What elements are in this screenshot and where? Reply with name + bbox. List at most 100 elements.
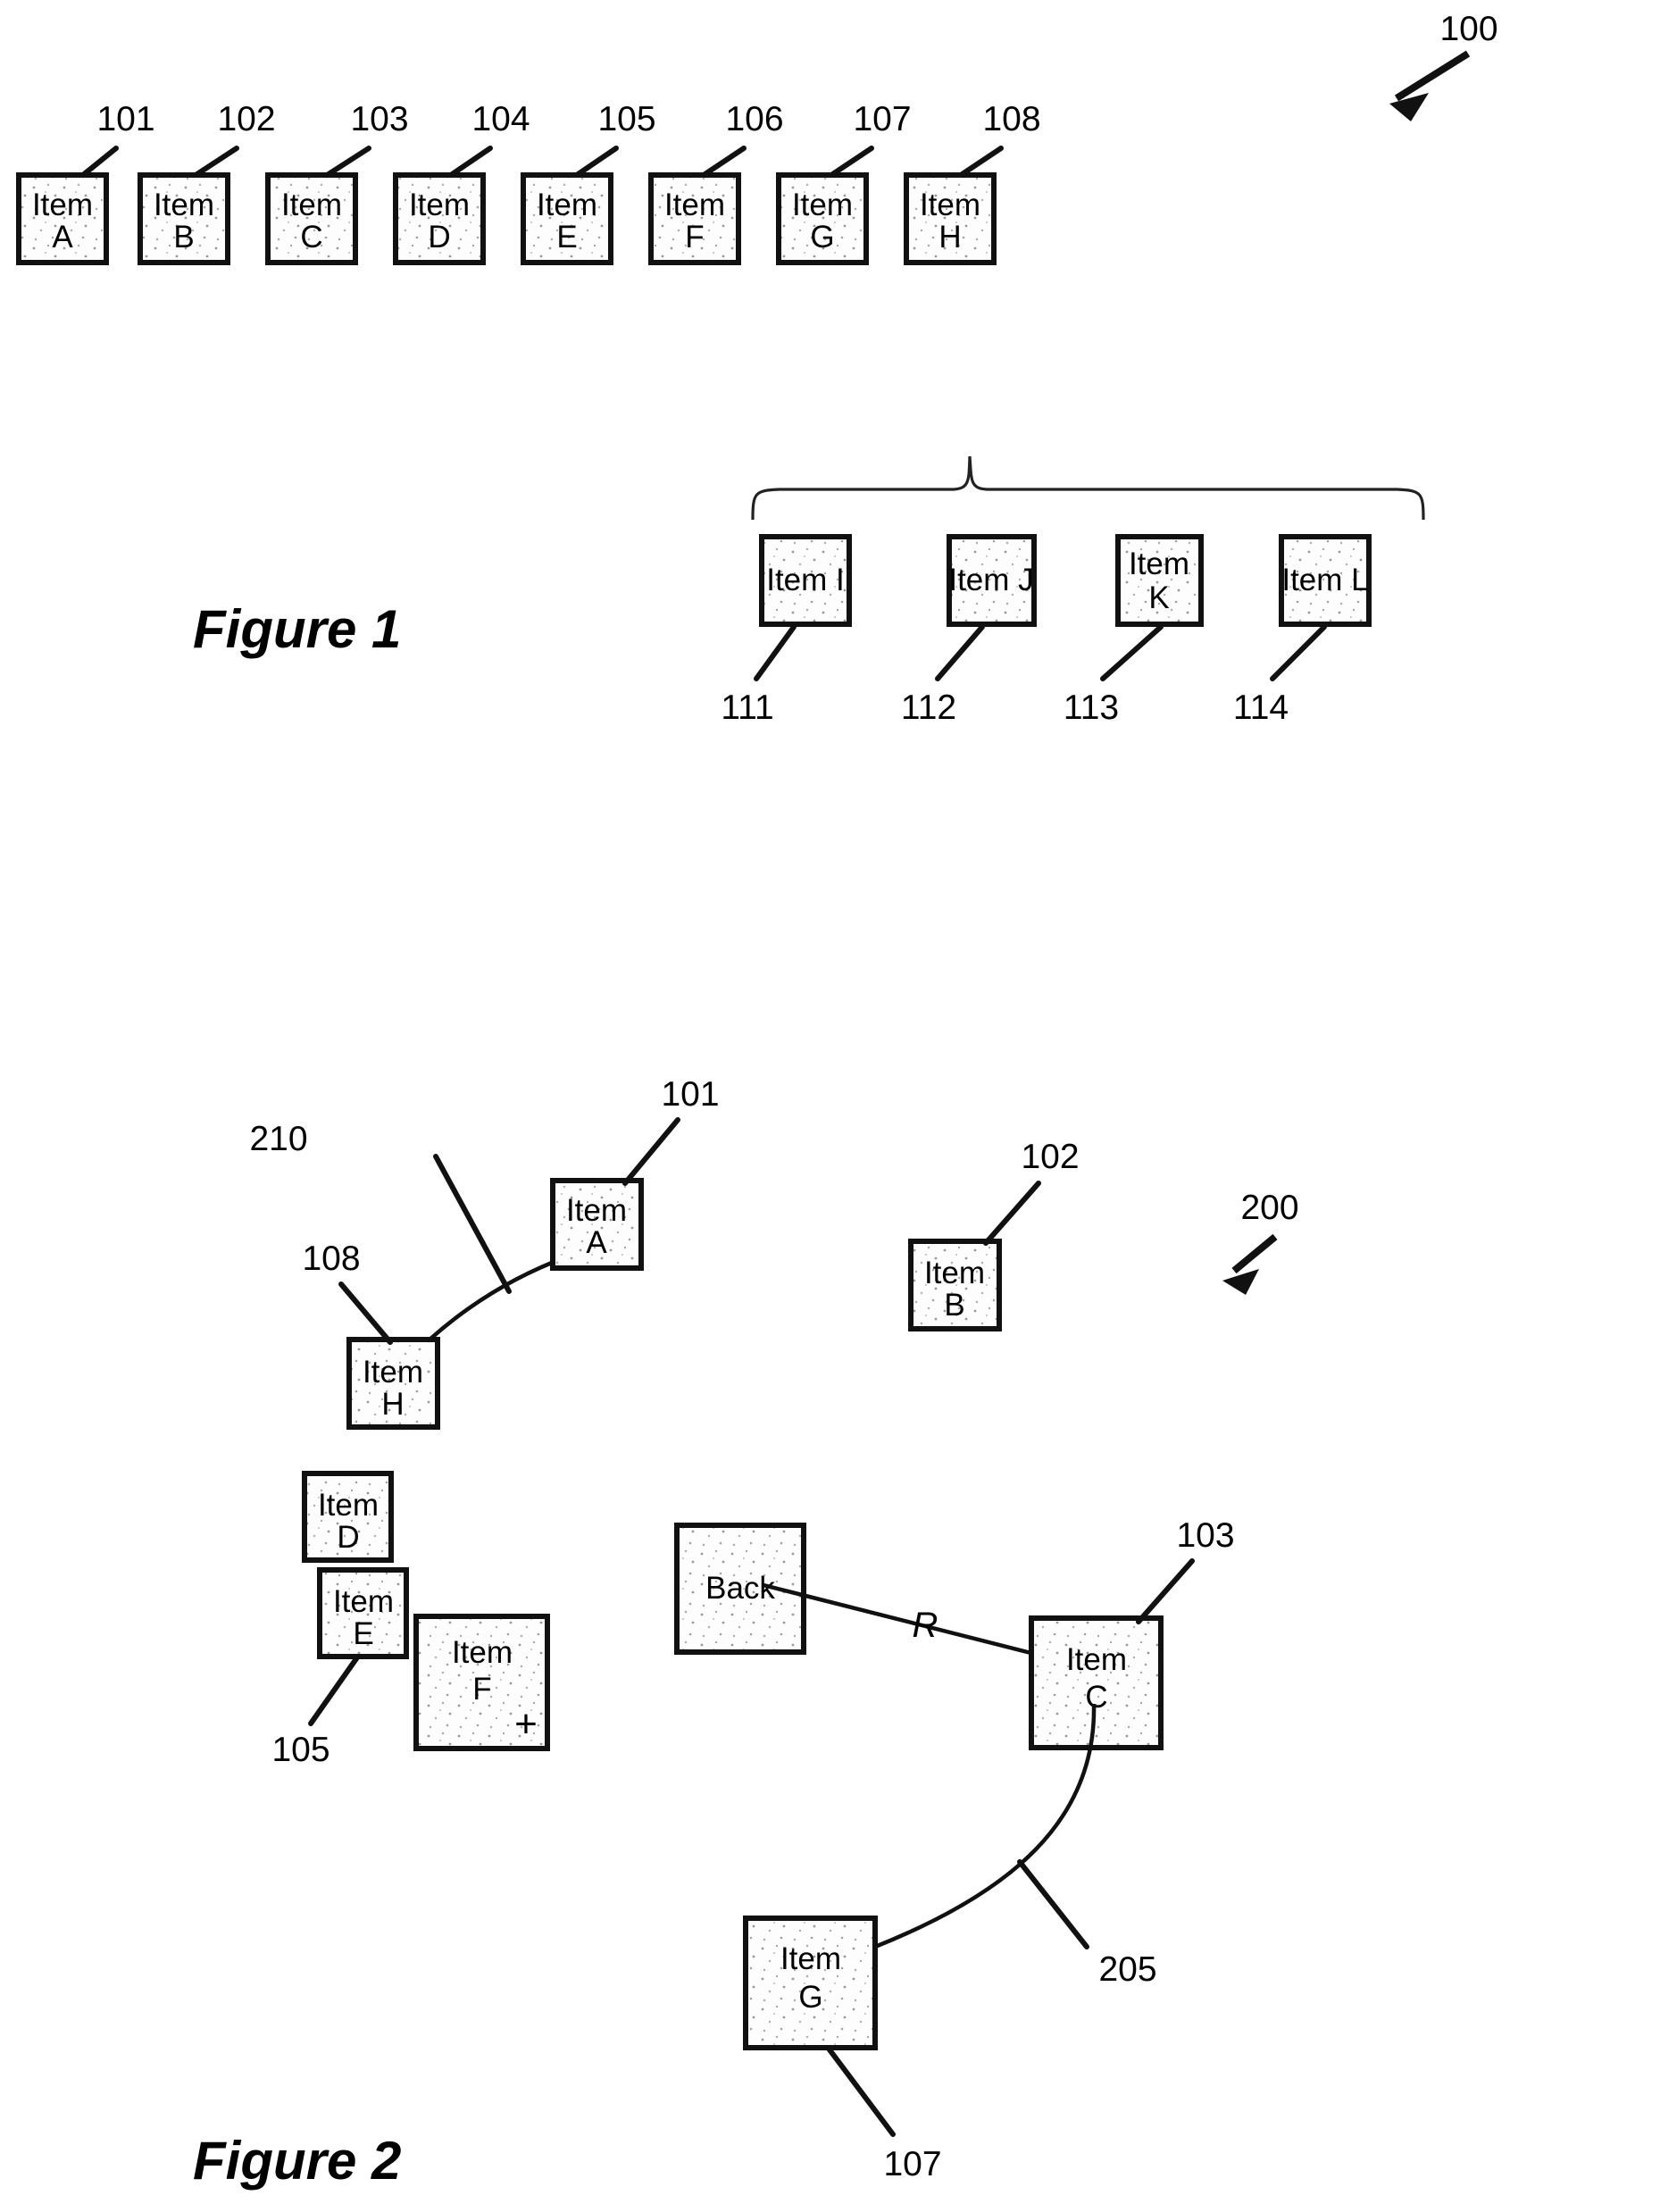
ref-number-fig2-101: 101 [661, 1075, 719, 1114]
item-d-label-line2: D [428, 220, 450, 255]
item-c-label-line1: Item [281, 188, 342, 222]
figure2-item-e[interactable]: Item E [317, 1567, 409, 1659]
leader-113 [1100, 624, 1164, 681]
figure1-caption: Figure 1 [193, 599, 401, 659]
ref-number-102: 102 [217, 100, 275, 138]
item-l-label-line1: Item L [1281, 563, 1368, 597]
item-h-label-line1: Item [920, 188, 980, 222]
leader-111 [754, 624, 797, 681]
figure1-item-f[interactable]: Item F [648, 172, 741, 265]
figure1-second-row-leaders: 111 112 113 114 [721, 624, 1327, 727]
figure2-overall-pointer: 200 [1222, 1189, 1299, 1295]
figure1-item-b[interactable]: Item B [138, 172, 230, 265]
fig2-item-f-line1: Item [452, 1635, 513, 1670]
figure1-item-j[interactable]: Item J [947, 534, 1037, 627]
item-c-label-line2: C [300, 220, 322, 255]
leader-fig2-103 [1136, 1558, 1195, 1624]
fig2-item-h-line2: H [381, 1387, 404, 1422]
figure1-top-row-refs: 101 102 103 104 105 106 107 108 [96, 100, 1040, 138]
figure1-item-l[interactable]: Item L [1279, 534, 1372, 627]
fig2-item-g-line1: Item [780, 1941, 841, 1976]
item-a-label-line1: Item [32, 188, 93, 222]
item-f-label-line2: F [685, 220, 704, 255]
item-j-label-line1: Item J [948, 563, 1033, 597]
fig2-item-f-line2: F [472, 1672, 491, 1707]
figure1-item-d[interactable]: Item D [393, 172, 486, 265]
figure1-item-h[interactable]: Item H [904, 172, 997, 265]
figure1-item-e[interactable]: Item E [521, 172, 613, 265]
expansion-brace [751, 455, 1425, 521]
figure1-item-i[interactable]: Item I [759, 534, 852, 627]
ref-number-fig2-102: 102 [1021, 1138, 1079, 1176]
leader-fig2-102 [983, 1181, 1041, 1246]
fig2-item-c-line1: Item [1066, 1642, 1127, 1677]
fig2-back-label: Back [705, 1571, 775, 1606]
ref-number-106: 106 [725, 100, 783, 138]
ref-number-114: 114 [1233, 689, 1289, 727]
ref-number-fig2-108: 108 [302, 1240, 360, 1278]
leader-210 [433, 1154, 512, 1294]
fig2-item-g-line2: G [798, 1980, 822, 2015]
figure1-item-a[interactable]: Item A [16, 172, 109, 265]
item-d-label-line1: Item [409, 188, 470, 222]
item-k-label-line1: Item [1129, 547, 1189, 581]
ref-number-fig2-105: 105 [271, 1731, 329, 1769]
overall-arrow-shaft-100 [1394, 50, 1471, 102]
figure2-item-g[interactable]: Item G [743, 1916, 878, 2050]
ref-number-113: 113 [1064, 689, 1119, 727]
overall-arrow-head-200 [1222, 1269, 1259, 1295]
ref-number-104: 104 [471, 100, 530, 138]
item-i-label-line1: Item I [766, 563, 845, 597]
figure1-overall-pointer: 100 [1389, 10, 1498, 121]
item-b-label-line2: B [173, 220, 194, 255]
fig2-item-d-line1: Item [318, 1488, 379, 1523]
fig2-item-h-line1: Item [363, 1355, 423, 1390]
figure2-item-f[interactable]: Item F + [413, 1614, 550, 1751]
ref-number-112: 112 [901, 689, 956, 727]
item-e-label-line2: E [556, 220, 577, 255]
leader-205 [1017, 1859, 1089, 1949]
figure-canvas: 100 101 102 103 104 105 106 107 108 Item… [16, 10, 1498, 2191]
figure2-caption: Figure 2 [193, 2131, 401, 2191]
ref-number-200: 200 [1240, 1189, 1298, 1227]
leader-112 [935, 624, 985, 681]
ref-number-101: 101 [96, 100, 154, 138]
ref-number-fig2-107: 107 [883, 2145, 941, 2183]
item-a-label-line2: A [52, 220, 73, 255]
leader-fig2-101 [622, 1117, 680, 1186]
leader-fig2-108 [338, 1281, 393, 1345]
figure2-item-a[interactable]: Item A [550, 1178, 644, 1271]
leader-fig2-107 [826, 2046, 896, 2137]
fig2-item-e-line1: Item [333, 1584, 394, 1619]
figure2-item-c[interactable]: Item C [1029, 1615, 1164, 1750]
figure1-item-k[interactable]: Item K [1115, 534, 1204, 627]
item-k-label-line2: K [1148, 580, 1169, 615]
fig2-item-e-line2: E [353, 1616, 373, 1651]
item-f-label-line1: Item [664, 188, 725, 222]
item-e-label-line1: Item [537, 188, 597, 222]
figure2-item-b[interactable]: Item B [908, 1239, 1002, 1331]
ref-number-205: 205 [1098, 1950, 1156, 1989]
fig2-item-d-line2: D [337, 1520, 359, 1555]
figure1-item-c[interactable]: Item C [265, 172, 358, 265]
item-g-label-line1: Item [792, 188, 853, 222]
overall-arrow-head-100 [1389, 93, 1429, 121]
ref-number-103: 103 [350, 100, 408, 138]
figure2-item-h[interactable]: Item H [346, 1337, 440, 1430]
fig2-item-b-line1: Item [924, 1256, 985, 1290]
figure1-item-g[interactable]: Item G [776, 172, 869, 265]
item-g-label-line2: G [810, 220, 834, 255]
ref-number-108: 108 [982, 100, 1040, 138]
fig2-item-a-line1: Item [566, 1193, 627, 1228]
figure2-item-d[interactable]: Item D [302, 1471, 394, 1563]
ref-number-111: 111 [721, 689, 773, 727]
item-h-label-line2: H [938, 220, 961, 255]
figure-sheet: 100 101 102 103 104 105 106 107 108 Item… [0, 0, 1660, 2212]
leader-114 [1270, 624, 1327, 681]
fig2-item-a-line2: A [586, 1225, 607, 1260]
fig2-item-b-line2: B [944, 1288, 964, 1323]
ref-number-105: 105 [597, 100, 655, 138]
connection-label-r: R [913, 1606, 938, 1645]
overall-arrow-shaft-200 [1231, 1233, 1278, 1274]
add-icon[interactable]: + [514, 1702, 538, 1746]
